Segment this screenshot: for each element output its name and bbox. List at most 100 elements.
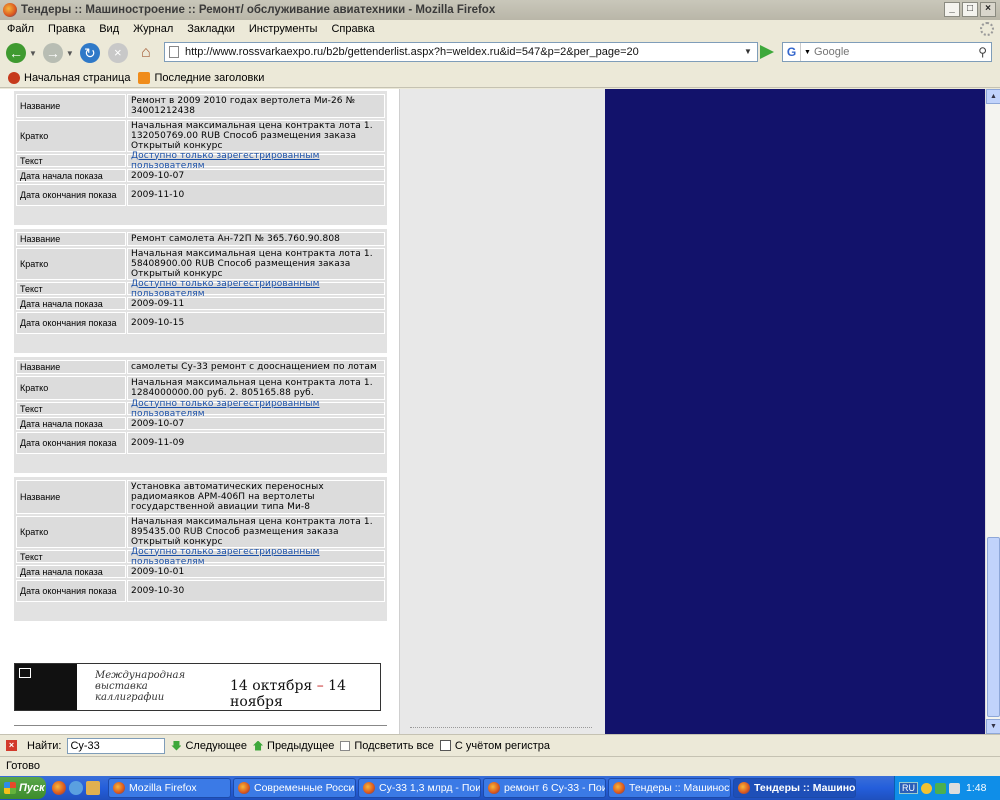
taskbar-button-active[interactable]: Тендеры :: Машинос... <box>733 778 856 798</box>
tender-separator <box>14 207 387 225</box>
bookmark-icon <box>8 71 20 84</box>
shield-icon[interactable] <box>921 782 932 794</box>
registered-only-link[interactable]: Доступно только зарегестрированным польз… <box>131 547 381 567</box>
calligraphy-exhibition-banner[interactable]: Международная выставка каллиграфии 14 ок… <box>14 663 381 711</box>
menu-view[interactable]: Вид <box>92 23 126 35</box>
find-previous-button[interactable]: Предыдущее <box>253 740 334 752</box>
field-label: Название <box>16 94 126 118</box>
url-text[interactable]: http://www.rossvarkaexpo.ru/b2b/gettende… <box>185 46 639 58</box>
scroll-down-icon[interactable]: ▼ <box>986 719 1000 734</box>
go-icon[interactable] <box>760 45 774 59</box>
close-button[interactable]: × <box>980 2 996 17</box>
tender-name: самолеты Су-33 ремонт с дооснащением по … <box>127 360 385 374</box>
tender-card: Название самолеты Су-33 ремонт с дооснащ… <box>14 357 387 457</box>
field-label: Название <box>16 232 126 246</box>
checkbox-box[interactable] <box>439 740 451 751</box>
minimize-button[interactable]: _ <box>944 2 960 17</box>
close-find-bar-icon[interactable]: × <box>6 740 17 751</box>
find-input[interactable] <box>67 737 166 754</box>
url-bar[interactable]: http://www.rossvarkaexpo.ru/b2b/gettende… <box>164 42 758 62</box>
bookmark-label: Последние заголовки <box>154 71 265 84</box>
windows-taskbar: Пуск Mozilla Firefox Современные Российс… <box>0 776 1000 800</box>
bookmark-home-page[interactable]: Начальная страница <box>8 71 130 84</box>
back-arrow-icon: ← <box>6 43 26 63</box>
search-bar[interactable]: G ▼ ⚲ <box>782 42 992 62</box>
find-bar: × Найти: Следующее Предыдущее Подсветить… <box>0 734 1000 756</box>
registered-only-link[interactable]: Доступно только зарегестрированным польз… <box>131 399 381 419</box>
field-label: Дата окончания показа <box>16 312 126 334</box>
home-icon: ⌂ <box>141 44 151 61</box>
middle-column <box>400 89 605 734</box>
taskbar-button[interactable]: ремонт 6 Су-33 - Поиск ... <box>483 778 606 798</box>
tender-row-start: Дата начала показа 2009-10-07 <box>16 417 385 430</box>
taskbar-button[interactable]: Современные Российск... <box>233 778 356 798</box>
page-viewport: Название Ремонт в 2009 2010 годах вертол… <box>0 89 985 734</box>
menu-help[interactable]: Справка <box>324 23 381 35</box>
back-button[interactable]: ← <box>4 41 28 65</box>
firefox-quicklaunch-icon[interactable] <box>52 781 66 795</box>
highlight-all-button[interactable]: Подсветить все <box>340 740 434 752</box>
field-label: Дата начала показа <box>16 417 126 430</box>
reload-button[interactable]: ↻ <box>78 41 102 65</box>
highlight-all-label: Подсветить все <box>354 739 434 752</box>
home-button[interactable]: ⌂ <box>134 41 158 65</box>
ie-quicklaunch-icon[interactable] <box>69 781 83 795</box>
tender-card: Название Установка автоматических перено… <box>14 477 387 605</box>
taskbar-button[interactable]: Су-33 1,3 млрд - Поиск ... <box>358 778 481 798</box>
menu-history[interactable]: Журнал <box>126 23 180 35</box>
registered-only-link[interactable]: Доступно только зарегестрированным польз… <box>131 151 381 171</box>
taskbar-tasks: Mozilla Firefox Современные Российск... … <box>108 778 856 798</box>
find-next-button[interactable]: Следующее <box>171 740 247 752</box>
language-indicator[interactable]: RU <box>899 782 918 794</box>
right-sidebar-panel <box>605 89 985 734</box>
bookmark-latest-headlines[interactable]: Последние заголовки <box>138 71 265 84</box>
search-input[interactable] <box>813 46 974 58</box>
match-case-checkbox[interactable]: С учётом регистра <box>439 740 550 752</box>
arrow-up-icon <box>253 740 264 751</box>
menu-bookmarks[interactable]: Закладки <box>180 23 242 35</box>
forward-history-dropdown-icon[interactable]: ▼ <box>66 49 74 58</box>
unesco-logo <box>15 664 77 710</box>
field-label: Дата начала показа <box>16 565 126 578</box>
field-label: Текст <box>16 282 126 295</box>
system-tray: RU 1:48 <box>894 776 1000 800</box>
menu-file[interactable]: Файл <box>0 23 41 35</box>
url-dropdown-icon[interactable]: ▼ <box>741 45 755 59</box>
start-button[interactable]: Пуск <box>0 777 46 799</box>
menu-tools[interactable]: Инструменты <box>242 23 325 35</box>
stop-button[interactable]: × <box>106 41 130 65</box>
task-label: Тендеры :: Машиностр... <box>629 782 730 794</box>
maximize-button[interactable]: □ <box>962 2 978 17</box>
search-icon[interactable]: ⚲ <box>978 45 987 59</box>
window-controls: _ □ × <box>944 2 996 17</box>
tender-row-text: Текст Доступно только зарегестрированным… <box>16 547 385 567</box>
arrow-down-icon <box>171 740 182 751</box>
field-label: Текст <box>16 550 126 563</box>
tender-name: Установка автоматических переносных ради… <box>127 480 385 514</box>
network-icon[interactable] <box>935 782 946 794</box>
scrollbar-thumb[interactable] <box>987 537 1000 717</box>
forward-button[interactable]: → <box>41 41 65 65</box>
taskbar-button[interactable]: Тендеры :: Машиностр... <box>608 778 731 798</box>
field-label: Название <box>16 480 126 514</box>
field-label: Дата начала показа <box>16 297 126 310</box>
field-label: Название <box>16 360 126 374</box>
tender-separator <box>14 455 387 473</box>
search-engine-dropdown-icon[interactable]: ▼ <box>804 49 811 56</box>
menu-edit[interactable]: Правка <box>41 23 92 35</box>
tender-row-text: Текст Доступно только зарегестрированным… <box>16 279 385 299</box>
taskbar-button[interactable]: Mozilla Firefox <box>108 778 231 798</box>
volume-icon[interactable] <box>949 782 960 794</box>
google-icon[interactable]: G <box>783 43 801 61</box>
quick-launch <box>52 781 100 795</box>
field-label: Текст <box>16 402 126 415</box>
registered-only-link[interactable]: Доступно только зарегестрированным польз… <box>131 279 381 299</box>
status-text: Готово <box>6 759 40 772</box>
field-label: Дата начала показа <box>16 169 126 182</box>
vertical-scrollbar[interactable]: ▲ ▼ <box>985 89 1000 734</box>
dotted-divider <box>410 727 592 728</box>
clock: 1:48 <box>966 782 987 794</box>
back-history-dropdown-icon[interactable]: ▼ <box>29 49 37 58</box>
tool-quicklaunch-icon[interactable] <box>86 781 100 795</box>
scroll-up-icon[interactable]: ▲ <box>986 89 1000 104</box>
